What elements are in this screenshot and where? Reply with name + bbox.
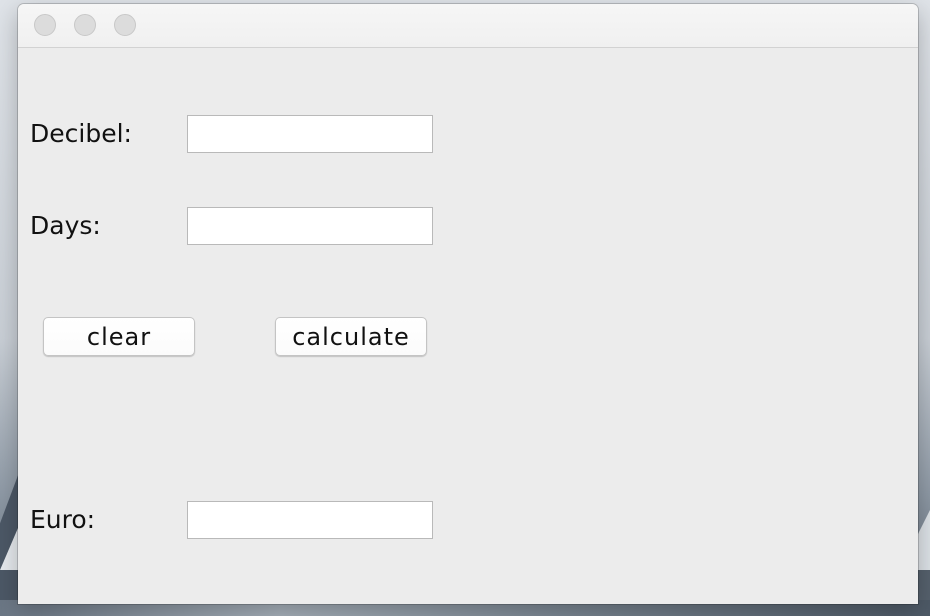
form-panel: Decibel: Days: clear calculate Euro: [18, 48, 918, 604]
close-window-button[interactable] [34, 14, 56, 36]
euro-input[interactable] [187, 501, 433, 539]
decibel-label: Decibel: [30, 119, 132, 148]
clear-button[interactable]: clear [43, 317, 195, 356]
decibel-input[interactable] [187, 115, 433, 153]
days-input[interactable] [187, 207, 433, 245]
calculate-button[interactable]: calculate [275, 317, 427, 356]
title-bar[interactable] [18, 4, 918, 48]
app-window: Decibel: Days: clear calculate Euro: [18, 4, 918, 604]
minimize-window-button[interactable] [74, 14, 96, 36]
days-label: Days: [30, 211, 101, 240]
zoom-window-button[interactable] [114, 14, 136, 36]
euro-label: Euro: [30, 505, 96, 534]
